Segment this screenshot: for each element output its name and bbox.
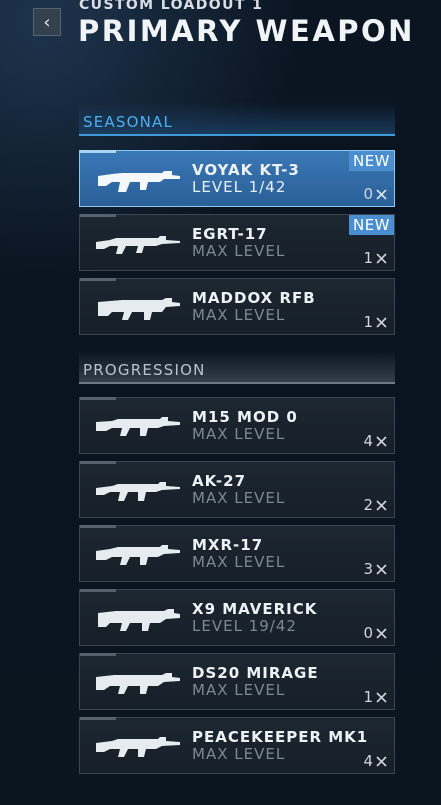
section-header-seasonal: SEASONAL [79,102,395,136]
weapon-icon [98,609,180,631]
attachment-count: 0 [363,185,388,203]
attachment-icon [376,252,387,264]
attachment-count-value: 0 [363,185,373,203]
weapon-name: EGRT-17 [192,225,268,243]
weapon-icon [96,673,180,694]
attachment-icon [376,627,387,639]
page-title: PRIMARY WEAPON [78,14,415,48]
attachment-icon [376,188,387,200]
attachment-count: 1 [363,688,388,706]
back-button[interactable]: ‹ [33,8,61,36]
attachment-count-value: 4 [363,752,373,770]
weapon-level: MAX LEVEL [192,306,286,324]
weapon-level: MAX LEVEL [192,553,286,571]
weapon-icon [96,482,180,501]
weapon-level: MAX LEVEL [192,489,286,507]
weapon-icon [96,545,180,565]
weapon-level: MAX LEVEL [192,425,286,443]
attachment-count: 1 [363,249,388,267]
attachment-count: 1 [363,313,388,331]
attachment-count-value: 1 [363,688,373,706]
weapon-card[interactable]: VOYAK KT-3 LEVEL 1/42 NEW 0 [79,150,395,207]
weapon-name: AK-27 [192,472,247,490]
attachment-count: 4 [363,432,388,450]
weapon-card[interactable]: M15 MOD 0 MAX LEVEL 4 [79,397,395,454]
attachment-count: 0 [363,624,388,642]
weapon-icon [98,171,180,192]
weapon-icon [96,737,180,757]
weapon-card[interactable]: MADDOX RFB MAX LEVEL 1 [79,278,395,335]
weapon-card[interactable]: EGRT-17 MAX LEVEL NEW 1 [79,214,395,271]
attachment-icon [376,499,387,511]
weapon-level: LEVEL 19/42 [192,617,297,635]
weapon-name: VOYAK KT-3 [192,161,300,179]
weapon-card[interactable]: X9 MAVERICK LEVEL 19/42 0 [79,589,395,646]
new-badge: NEW [348,215,394,235]
attachment-count: 2 [363,496,388,514]
new-badge: NEW [348,151,394,171]
attachment-count-value: 1 [363,313,373,331]
attachment-count-value: 3 [363,560,373,578]
attachment-count-value: 4 [363,432,373,450]
attachment-icon [376,435,387,447]
weapon-icon [96,417,180,436]
weapon-name: M15 MOD 0 [192,408,298,426]
attachment-icon [376,316,387,328]
weapon-name: DS20 MIRAGE [192,664,319,682]
attachment-count: 3 [363,560,388,578]
attachment-icon [376,691,387,703]
section-label: PROGRESSION [83,361,206,379]
attachment-count-value: 0 [363,624,373,642]
attachment-icon [376,755,387,767]
weapon-name: MXR-17 [192,536,264,554]
section-header-progression: PROGRESSION [79,350,395,384]
weapon-name: X9 MAVERICK [192,600,318,618]
section-label: SEASONAL [83,113,174,131]
attachment-count-value: 1 [363,249,373,267]
attachment-count: 4 [363,752,388,770]
weapon-icon [96,236,180,254]
weapon-card[interactable]: DS20 MIRAGE MAX LEVEL 1 [79,653,395,710]
attachment-count-value: 2 [363,496,373,514]
weapon-name: PEACEKEEPER MK1 [192,728,369,746]
weapon-card[interactable]: MXR-17 MAX LEVEL 3 [79,525,395,582]
weapon-name: MADDOX RFB [192,289,316,307]
weapon-level: LEVEL 1/42 [192,178,287,196]
weapon-card[interactable]: PEACEKEEPER MK1 MAX LEVEL 4 [79,717,395,774]
weapon-level: MAX LEVEL [192,745,286,763]
chevron-left-icon: ‹ [43,11,51,33]
weapon-card[interactable]: AK-27 MAX LEVEL 2 [79,461,395,518]
loadout-subtitle: CUSTOM LOADOUT 1 [79,0,264,13]
weapon-level: MAX LEVEL [192,242,286,260]
weapon-level: MAX LEVEL [192,681,286,699]
weapon-icon [98,298,180,320]
attachment-icon [376,563,387,575]
